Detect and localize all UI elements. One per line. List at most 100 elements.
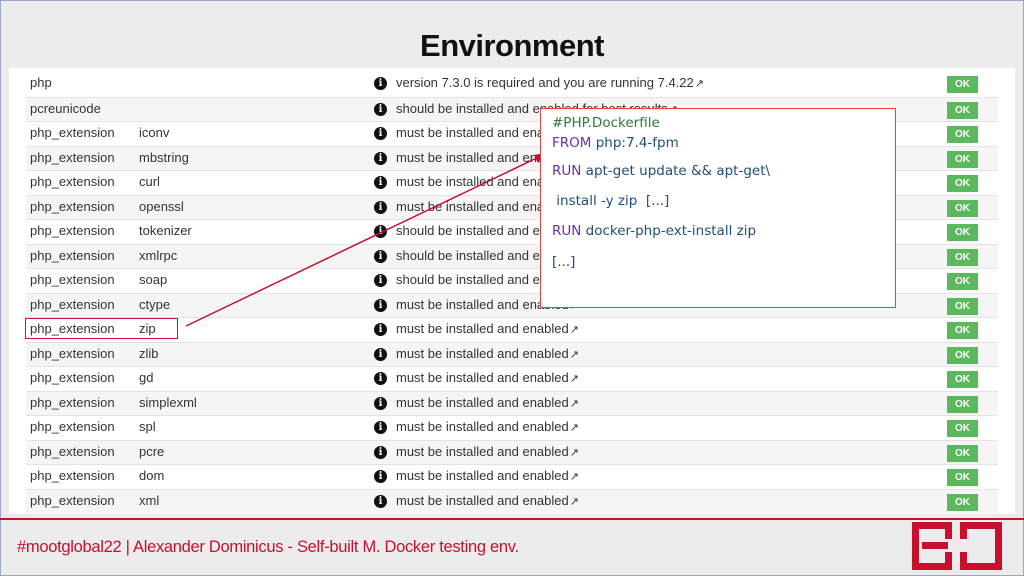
row-message: must be installed and enabled↗︎ — [396, 468, 579, 483]
status-badge: OK — [947, 175, 978, 192]
row-type: php_extension — [30, 149, 115, 165]
info-icon[interactable]: i — [374, 77, 387, 90]
table-row: php_extension simplexml i must be installed… — [26, 390, 998, 415]
info-icon[interactable]: i — [374, 494, 387, 508]
info-icon[interactable]: i — [374, 372, 387, 385]
external-link-icon[interactable]: ↗︎ — [570, 495, 579, 508]
row-message: must be installed and enabled↗︎ — [396, 321, 579, 336]
row-message: must be installed and enabled↗︎ — [396, 493, 579, 508]
external-link-icon[interactable]: ↗︎ — [695, 77, 704, 90]
info-icon[interactable]: i — [374, 323, 387, 336]
info-icon[interactable]: i — [374, 470, 387, 483]
row-message: must be installed and enabled↗︎ — [396, 370, 579, 385]
info-icon[interactable]: i — [374, 445, 387, 459]
row-type: pcreunicode — [30, 100, 101, 116]
status-badge: OK — [947, 371, 978, 388]
row-message-text: version 7.3.0 is required and you are ru… — [396, 75, 694, 90]
external-link-icon[interactable]: ↗︎ — [570, 421, 579, 434]
status-badge: OK — [947, 76, 978, 93]
row-message-text: must be installed and enabled — [396, 443, 569, 459]
dockerfile-line-ellipsis: [...] — [552, 254, 576, 270]
row-message: must be installed and enabled↗︎ — [396, 444, 579, 459]
status-badge: OK — [947, 493, 978, 511]
row-message: must be installed and enabled↗︎ — [396, 419, 579, 434]
info-icon[interactable]: i — [374, 347, 387, 361]
status-badge: OK — [947, 420, 978, 437]
row-type: php_extension — [30, 443, 115, 459]
row-message: version 7.3.0 is required and you are ru… — [396, 75, 704, 90]
dockerfile-line-from: FROM php:7.4-fpm — [552, 135, 679, 151]
row-name: tokenizer — [139, 223, 192, 238]
status-badge: OK — [947, 469, 978, 486]
row-type: php_extension — [30, 174, 115, 189]
status-badge: OK — [947, 199, 978, 217]
row-type: php_extension — [30, 247, 115, 263]
row-message: must be installed and enabled↗︎ — [396, 346, 579, 361]
row-type: php — [30, 75, 52, 90]
status-badge: OK — [947, 101, 978, 119]
table-row: php_extension dom i must be installed and e… — [26, 464, 998, 489]
info-icon[interactable]: i — [374, 421, 387, 434]
row-message-text: must be installed and enabled — [396, 492, 569, 508]
row-message-text: must be installed and enabled — [396, 370, 569, 385]
status-badge: OK — [947, 150, 978, 168]
row-type: php_extension — [30, 345, 115, 361]
info-icon[interactable]: i — [374, 298, 387, 312]
bo-logo-icon — [912, 522, 1002, 570]
footer-text: #mootglobal22 | Alexander Dominicus - Se… — [17, 538, 519, 556]
row-name: pcre — [139, 443, 165, 459]
row-type: php_extension — [30, 198, 115, 214]
from-value: php:7.4-fpm — [591, 135, 679, 151]
info-icon[interactable]: i — [374, 127, 387, 140]
status-badge: OK — [947, 248, 978, 266]
external-link-icon[interactable]: ↗︎ — [570, 397, 579, 410]
row-name: ctype — [139, 296, 171, 312]
external-link-icon[interactable]: ↗︎ — [570, 348, 579, 361]
run2-value: docker-php-ext-install zip — [581, 223, 757, 239]
table-row: php_extension gd i must be installed and en… — [26, 366, 998, 391]
external-link-icon[interactable]: ↗︎ — [570, 372, 579, 385]
row-name: soap — [139, 272, 168, 287]
run1-value: apt-get update && apt-get\ — [581, 163, 771, 179]
status-badge: OK — [947, 273, 978, 290]
keyword-run: RUN — [552, 223, 582, 239]
external-link-icon[interactable]: ↗︎ — [570, 323, 579, 336]
row-name: dom — [139, 468, 165, 483]
row-name: openssl — [139, 198, 184, 214]
row-message-text: must be installed and enabled — [396, 419, 569, 434]
info-icon[interactable]: i — [374, 102, 387, 116]
info-icon[interactable]: i — [374, 249, 387, 263]
table-row: php i version 7.3.0 is required and you ar… — [26, 72, 998, 97]
row-name: iconv — [139, 125, 170, 140]
external-link-icon[interactable]: ↗︎ — [570, 446, 579, 459]
info-icon[interactable]: i — [374, 176, 387, 189]
row-type: php_extension — [30, 492, 115, 508]
row-message: must be installed and enabled↗︎ — [396, 395, 579, 410]
status-badge: OK — [947, 395, 978, 413]
info-icon[interactable]: i — [374, 225, 387, 238]
row-name: xmlrpc — [139, 247, 178, 263]
info-icon[interactable]: i — [374, 200, 387, 214]
external-link-icon[interactable]: ↗︎ — [570, 470, 579, 483]
keyword-from: FROM — [552, 135, 592, 151]
row-name: gd — [139, 370, 154, 385]
status-badge: OK — [947, 224, 978, 241]
info-icon[interactable]: i — [374, 396, 387, 410]
info-icon[interactable]: i — [374, 151, 387, 165]
dockerfile-callout: #PHP.Dockerfile FROM php:7.4-fpm RUN apt… — [540, 108, 896, 308]
row-type: php_extension — [30, 296, 115, 312]
dockerfile-line-run1: RUN apt-get update && apt-get\ — [552, 163, 770, 179]
row-name: zlib — [139, 345, 159, 361]
row-type: php_extension — [30, 394, 115, 410]
keyword-run: RUN — [552, 163, 582, 179]
row-message-text: must be installed and enabled — [396, 394, 569, 410]
dockerfile-line-run2: RUN docker-php-ext-install zip — [552, 223, 756, 239]
status-badge: OK — [947, 322, 978, 339]
row-name: simplexml — [139, 394, 197, 410]
table-row: php_extension xml i must be installed and e… — [26, 488, 998, 513]
row-name: xml — [139, 492, 160, 508]
row-name: mbstring — [139, 149, 189, 165]
slide-title: Environment — [420, 28, 604, 63]
row-name: spl — [139, 419, 156, 434]
info-icon[interactable]: i — [374, 274, 387, 287]
